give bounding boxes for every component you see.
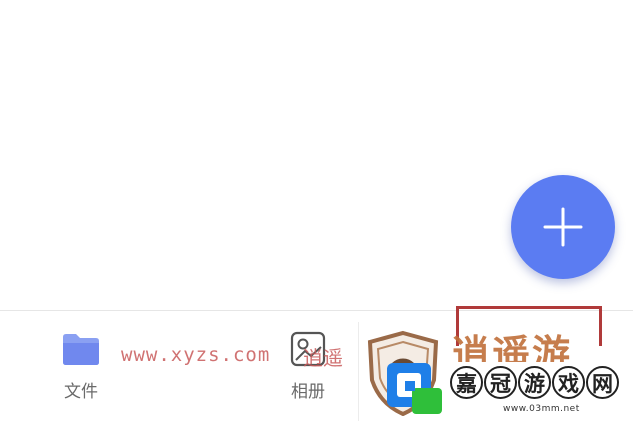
- add-button[interactable]: [511, 175, 615, 279]
- tab-files[interactable]: 文件: [36, 331, 126, 411]
- watermark-logo-icon: [387, 363, 442, 414]
- tab-files-label: 文件: [64, 382, 98, 402]
- plus-icon: [543, 207, 583, 247]
- watermark-char: 戏: [552, 366, 585, 399]
- watermark-char: 游: [518, 366, 551, 399]
- watermark-char: 嘉: [450, 366, 483, 399]
- app-screen: 文件 相册 www.xyzs.com 逍遥 逍遥游 嘉 冠 游 戏 网 www.…: [0, 0, 633, 421]
- tab-divider: [358, 322, 359, 421]
- watermark-url: www.xyzs.com: [121, 344, 271, 366]
- watermark-site: www.03mm.net: [503, 404, 580, 414]
- watermark-char: 冠: [484, 366, 517, 399]
- watermark-char: 网: [586, 366, 619, 399]
- watermark-url-suffix: 逍遥: [303, 346, 343, 370]
- watermark-chars: 嘉 冠 游 戏 网: [450, 366, 619, 399]
- tab-album-label: 相册: [291, 382, 325, 402]
- folder-icon: [63, 334, 99, 365]
- watermark-brand: 逍遥游: [452, 332, 573, 362]
